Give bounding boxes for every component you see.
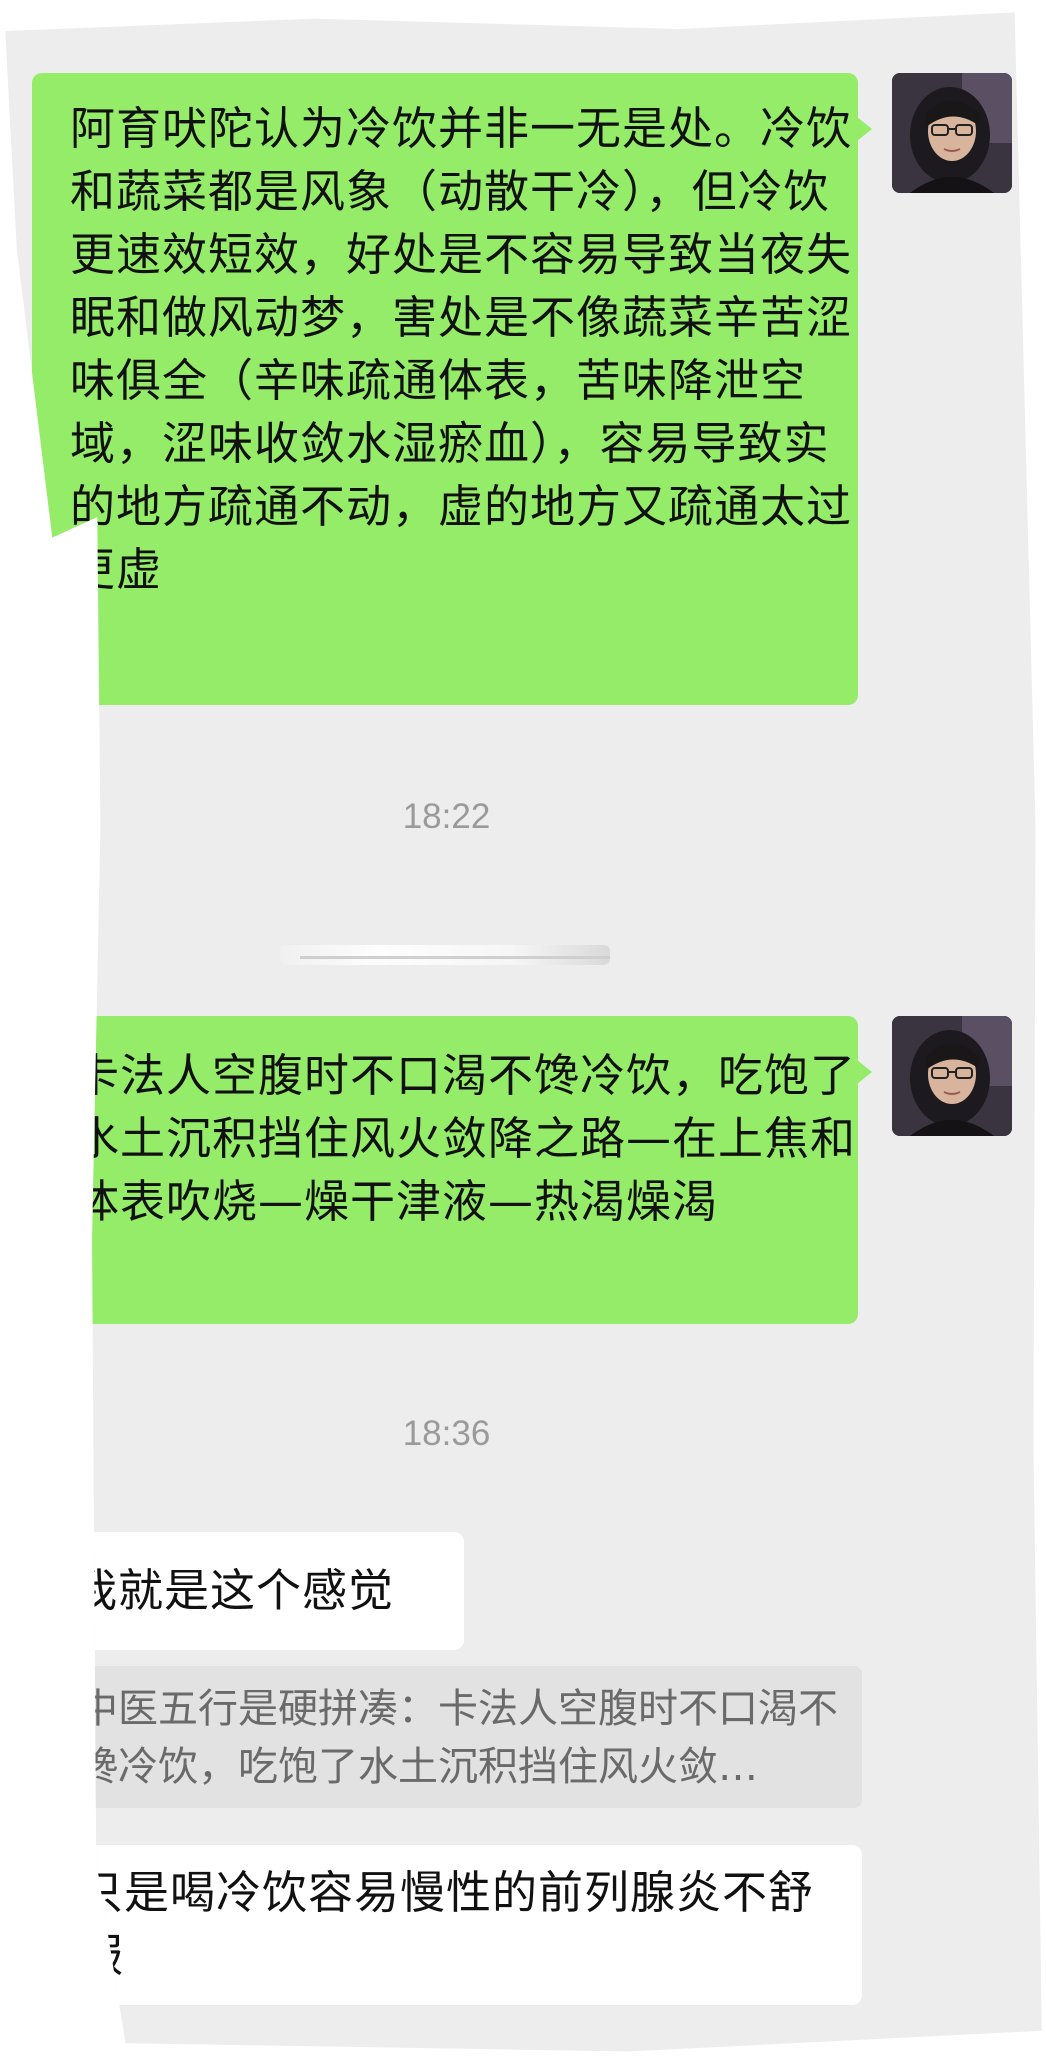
message-timestamp: 18:22	[402, 797, 491, 836]
sent-message-bubble[interactable]: 卡法人空腹时不口渴不馋冷饮，吃饱了水土沉积挡住风火敛降之路—在上焦和体表吹烧—燥…	[32, 1016, 872, 1324]
message-text: 只是喝冷饮容易慢性的前列腺炎不舒服	[78, 1866, 815, 1982]
message-timestamp: 18:36	[402, 1414, 491, 1453]
user-avatar-woman-glasses-icon	[892, 1016, 1012, 1136]
avatar[interactable]	[892, 73, 1012, 193]
received-message-bubble[interactable]: 只是喝冷饮容易慢性的前列腺炎不舒服	[40, 1845, 862, 2005]
avatar[interactable]	[892, 1016, 1012, 1136]
erased-line	[300, 956, 610, 959]
chat-background: 阿育吠陀认为冷饮并非一无是处。冷饮和蔬菜都是风象（动散干冷），但冷饮更速效短效，…	[5, 12, 1042, 2052]
chat-screenshot: 阿育吠陀认为冷饮并非一无是处。冷饮和蔬菜都是风象（动散干冷），但冷饮更速效短效，…	[0, 0, 1046, 2068]
message-text: 卡法人空腹时不口渴不馋冷饮，吃饱了水土沉积挡住风火敛降之路—在上焦和体表吹烧—燥…	[74, 1049, 857, 1228]
message-text: 我就是这个感觉	[72, 1564, 395, 1617]
message-text: 阿育吠陀认为冷饮并非一无是处。冷饮和蔬菜都是风象（动散干冷），但冷饮更速效短效，…	[70, 102, 853, 596]
quoted-message[interactable]: 中医五行是硬拼凑：卡法人空腹时不口渴不馋冷饮，吃饱了水土沉积挡住风火敛…	[40, 1666, 862, 1808]
erased-region	[280, 945, 610, 965]
user-avatar-woman-glasses-icon	[892, 73, 1012, 193]
received-message-bubble[interactable]: 我就是这个感觉	[40, 1532, 464, 1650]
sent-message-bubble[interactable]: 阿育吠陀认为冷饮并非一无是处。冷饮和蔬菜都是风象（动散干冷），但冷饮更速效短效，…	[32, 73, 872, 705]
quoted-message-text: 中医五行是硬拼凑：卡法人空腹时不口渴不馋冷饮，吃饱了水土沉积挡住风火敛…	[78, 1686, 838, 1790]
